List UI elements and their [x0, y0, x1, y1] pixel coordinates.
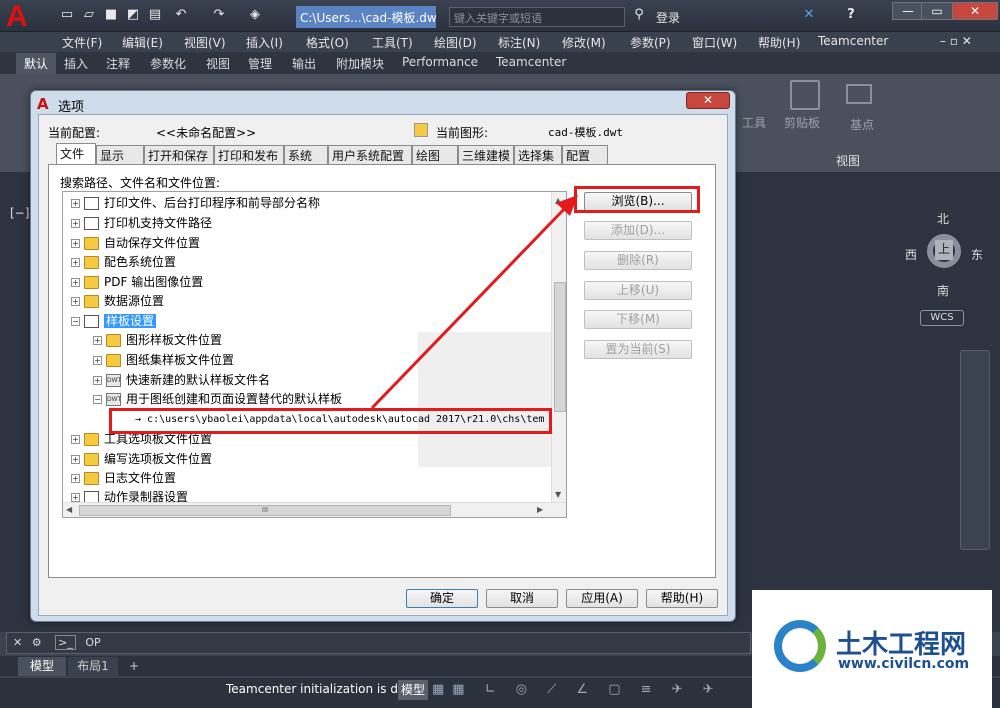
watermark: 土木工程网 www.civilcn.com	[752, 590, 992, 708]
wrench-icon[interactable]: ⚙	[32, 636, 42, 649]
status-message: Teamcenter initialization is done	[226, 682, 421, 696]
watermark-url: www.civilcn.com	[838, 656, 970, 672]
cancel-button[interactable]: 取消	[486, 589, 558, 608]
help-button[interactable]: 帮助(H)	[646, 589, 718, 608]
layout-tab-model[interactable]: 模型	[18, 657, 66, 676]
command-prompt-icon[interactable]: >_	[55, 635, 76, 650]
apply-button[interactable]: 应用(A)	[566, 589, 638, 608]
add-layout-button[interactable]: +	[124, 657, 144, 676]
model-space-button[interactable]: 模型	[398, 680, 428, 700]
layout-tab-layout1[interactable]: 布局1	[68, 657, 118, 676]
command-text[interactable]: OP	[85, 636, 100, 649]
status-toggle-icons[interactable]: ▦▦ ∟ ◎ ⟋ ∠ ▢ ≡ ✈ ✈	[432, 682, 722, 697]
close-icon[interactable]: ✕	[13, 636, 22, 649]
watermark-logo-icon	[774, 620, 826, 672]
command-line[interactable]: ✕ ⚙ >_ OP	[6, 632, 751, 654]
ok-button[interactable]: 确定	[406, 589, 478, 608]
